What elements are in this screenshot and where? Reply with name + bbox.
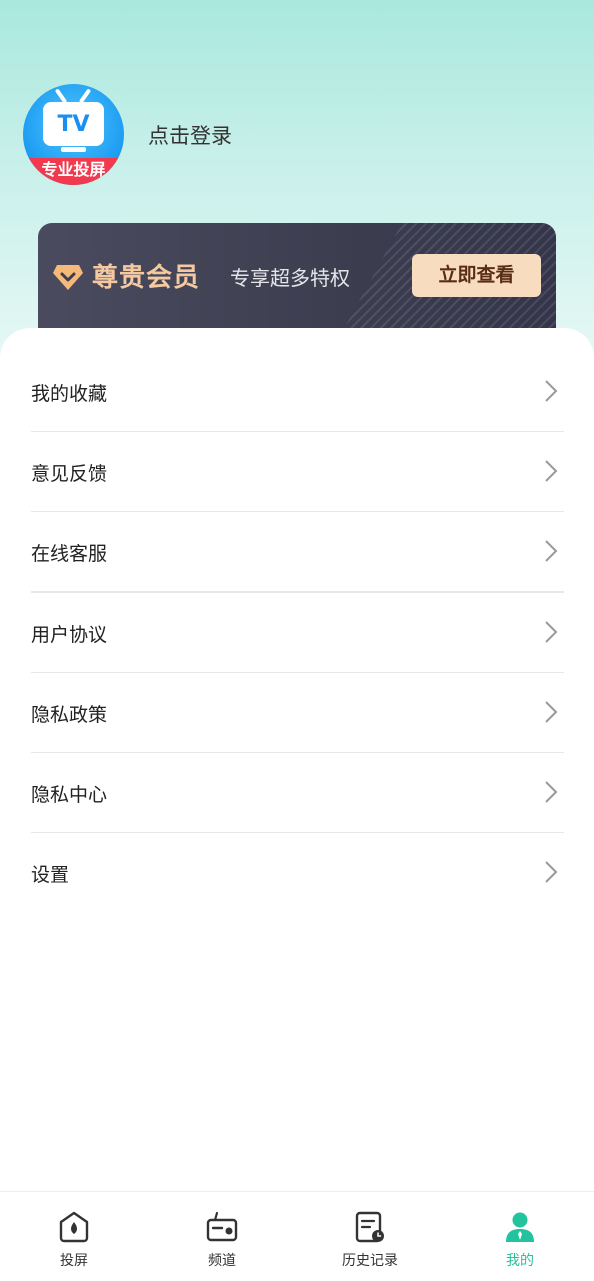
chevron-right-icon [545,861,558,883]
vip-banner[interactable]: 尊贵会员 专享超多特权 立即查看 [38,223,556,343]
menu-item-label: 意见反馈 [31,463,108,485]
login-link[interactable]: 点击登录 [148,120,232,150]
bottom-tab-bar: 投屏 频道 历史记录 我的 [0,1191,594,1281]
cast-icon [59,1211,89,1243]
menu-item-settings[interactable]: 设置 [31,833,564,912]
chevron-right-icon [545,701,558,723]
menu-item-label: 隐私中心 [31,784,108,806]
chevron-right-icon [545,460,558,482]
menu-item-privacy-policy[interactable]: 隐私政策 [31,673,564,753]
menu-item-label: 隐私政策 [31,704,108,726]
radio-icon [206,1211,238,1242]
user-icon [506,1212,534,1242]
history-icon [355,1211,384,1243]
menu-item-label: 设置 [31,864,70,886]
menu-item-user-agreement[interactable]: 用户协议 [31,593,564,673]
tab-channel[interactable]: 频道 [148,1192,296,1281]
menu-item-label: 在线客服 [31,543,108,565]
menu-item-label: 我的收藏 [31,383,108,405]
chevron-right-icon [545,621,558,643]
menu-list: 我的收藏 意见反馈 在线客服 用户协议 隐私政策 隐私中心 设置 [31,352,564,912]
tab-label: 投屏 [60,1253,88,1269]
chevron-right-icon [545,380,558,402]
tab-label: 我的 [506,1253,534,1269]
tab-label: 频道 [208,1253,236,1269]
avatar-ribbon: 专业投屏 [23,158,124,185]
tab-mine[interactable]: 我的 [446,1192,594,1281]
menu-item-favorites[interactable]: 我的收藏 [31,352,564,432]
tab-cast[interactable]: 投屏 [0,1192,148,1281]
menu-item-label: 用户协议 [31,624,108,646]
menu-item-privacy-center[interactable]: 隐私中心 [31,753,564,833]
vip-title: 尊贵会员 [92,263,201,293]
chevron-right-icon [545,781,558,803]
tab-label: 历史记录 [342,1253,398,1269]
diamond-icon [53,265,83,290]
chevron-right-icon [545,540,558,562]
tv-stand [61,147,86,152]
view-now-button[interactable]: 立即查看 [412,254,541,297]
tab-history[interactable]: 历史记录 [296,1192,444,1281]
menu-item-feedback[interactable]: 意见反馈 [31,432,564,512]
menu-item-online-service[interactable]: 在线客服 [31,512,564,593]
vip-subtitle: 专享超多特权 [230,266,350,290]
avatar-tv-icon: TV [43,102,104,146]
avatar[interactable]: TV 专业投屏 [23,84,124,185]
